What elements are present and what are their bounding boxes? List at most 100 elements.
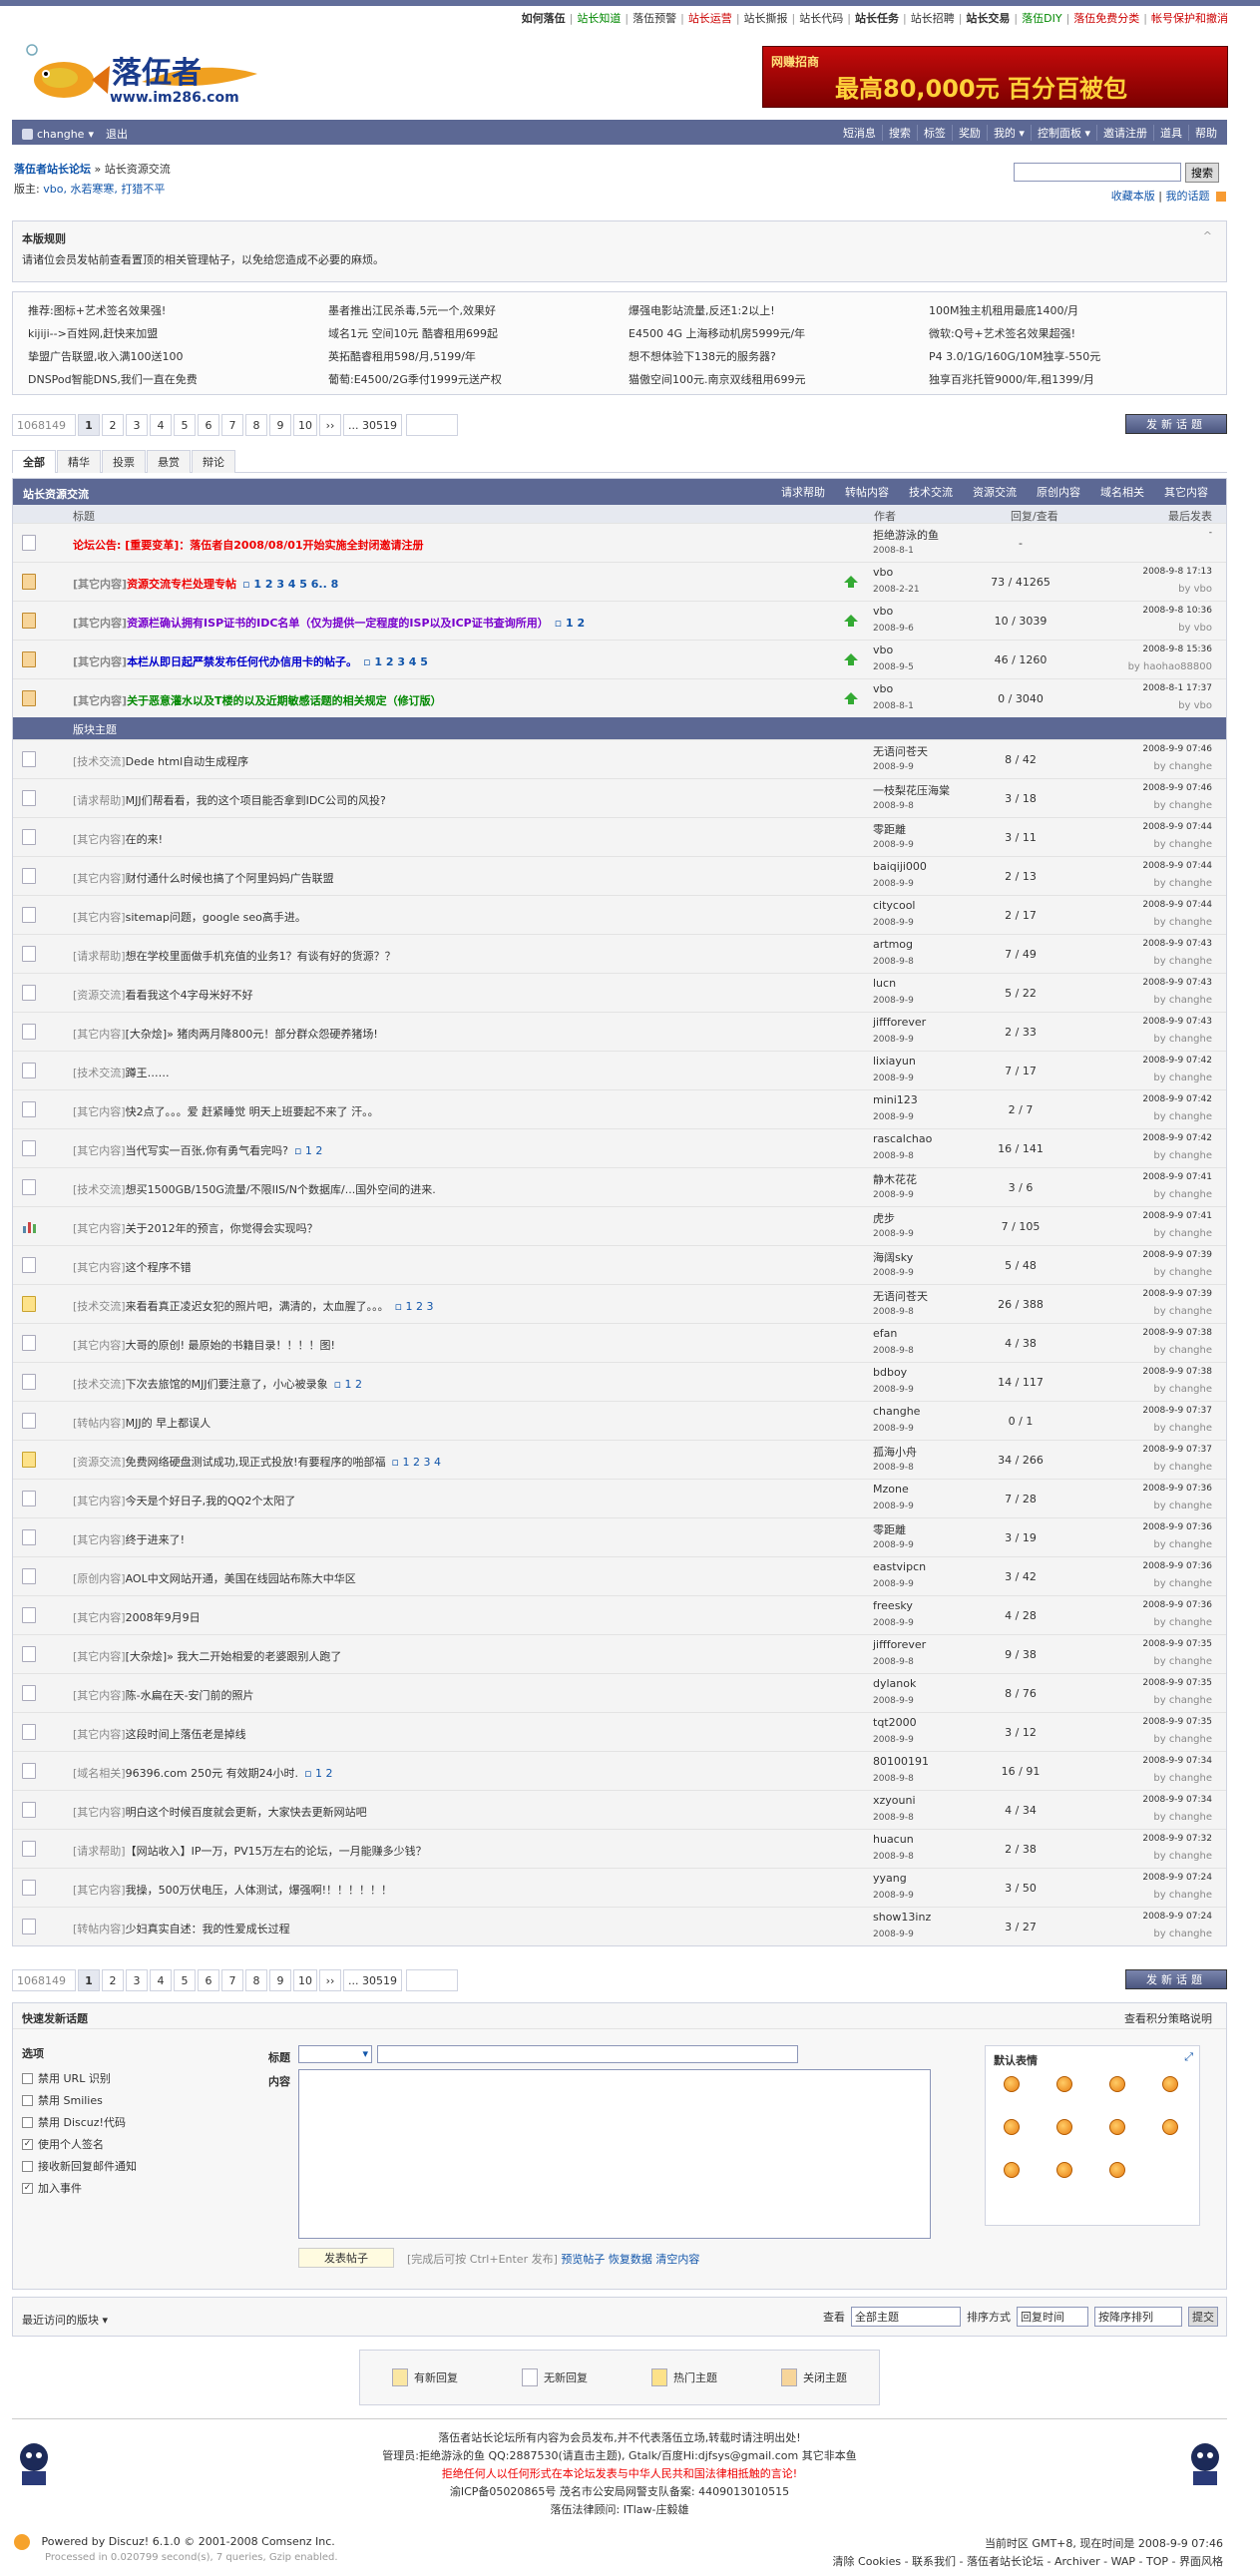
page-link[interactable]: 9 bbox=[269, 1969, 291, 1991]
last-post-time[interactable]: 2008-9-9 07:41 bbox=[1142, 1172, 1212, 1182]
last-post-time[interactable]: 2008-9-9 07:42 bbox=[1142, 1056, 1212, 1066]
thread-row[interactable]: [其它内容]财付通什么时候也搞了个阿里妈妈广告联盟 baiqiji000 2008-… bbox=[13, 856, 1226, 895]
nav-item[interactable]: 短消息 bbox=[837, 125, 882, 141]
thread-title-link[interactable]: 当代写实一百张,你有勇气看完吗? bbox=[126, 1144, 288, 1157]
last-post-time[interactable]: 2008-9-9 07:46 bbox=[1142, 783, 1212, 793]
page-jump-input[interactable] bbox=[405, 414, 458, 436]
last-post-time[interactable]: 2008-9-9 07:34 bbox=[1142, 1795, 1212, 1805]
nav-item[interactable]: 我的 ▾ bbox=[986, 124, 1031, 141]
thread-row[interactable]: [其它内容]这段时间上落伍老是掉线 tqt2000 2008-9-9 3 / 12 20… bbox=[13, 1712, 1226, 1751]
nav-item[interactable]: 邀请注册 bbox=[1096, 124, 1153, 141]
option-checkbox[interactable] bbox=[22, 2116, 33, 2128]
restore-link[interactable]: 恢复数据 bbox=[609, 2253, 652, 2266]
thread-row[interactable]: [其它内容]sitemap问题，google seo高手进。 citycool 20… bbox=[13, 895, 1226, 934]
thread-row[interactable]: [其它内容]关于2012年的预言，你觉得会实现吗？ 虎步 2008-9-9 7 / 1… bbox=[13, 1206, 1226, 1245]
rss-icon[interactable] bbox=[1216, 192, 1226, 202]
thread-row[interactable]: [其它内容]本栏从即日起严禁发布任何代办信用卡的帖子。 ▫ 1 2 3 4 5 vb… bbox=[13, 640, 1226, 678]
thread-title-link[interactable]: 想买1500GB/150G流量/不限IIS/N个数据库/...国外空间的进来. bbox=[126, 1183, 436, 1196]
thread-title-link[interactable]: 大哥的原创! 最原始的书籍目录！！！！图! bbox=[126, 1339, 335, 1352]
tab-3[interactable]: 悬赏 bbox=[147, 450, 191, 473]
last-post-time[interactable]: 2008-9-9 07:44 bbox=[1142, 822, 1212, 832]
last-post-time[interactable]: 2008-9-8 17:13 bbox=[1142, 567, 1212, 577]
thread-title-link[interactable]: 【网站收入】IP一万，PV15万左右的论坛，一月能赚多少钱？ bbox=[126, 1845, 427, 1858]
page-link[interactable]: 7 bbox=[221, 414, 243, 436]
thread-row[interactable]: [其它内容]快2点了。。。爱 赶紧睡觉 明天上班要起不来了 汗。。 mini123… bbox=[13, 1089, 1226, 1128]
page-link[interactable]: ... 30519 bbox=[343, 1969, 402, 1991]
thread-pages[interactable]: ▫ 1 2 bbox=[334, 1378, 362, 1391]
subject-input[interactable] bbox=[377, 2045, 798, 2063]
thread-type[interactable]: [资源交流] bbox=[73, 1456, 126, 1469]
last-post-time[interactable]: 2008-9-9 07:36 bbox=[1142, 1561, 1212, 1571]
user-menu[interactable]: changhe ▾ 退出 bbox=[22, 126, 128, 142]
thread-title-link[interactable]: 这个程序不错 bbox=[126, 1261, 192, 1274]
thread-author[interactable]: vbo bbox=[873, 566, 893, 579]
thread-title-link[interactable]: 2008年9月9日 bbox=[126, 1611, 201, 1624]
thread-author[interactable]: show13inz bbox=[873, 1911, 931, 1924]
thread-title-link[interactable]: [大杂烩]» 我大二开始相爱的老婆跟别人跑了 bbox=[126, 1650, 342, 1663]
thread-row[interactable]: [域名相关]96396.com 250元 有效期24小时. ▫ 1 2 801001… bbox=[13, 1751, 1226, 1790]
thread-author[interactable]: efan bbox=[873, 1327, 897, 1340]
last-poster[interactable]: changhe bbox=[1169, 1462, 1212, 1473]
last-post-time[interactable]: 2008-9-8 10:36 bbox=[1142, 606, 1212, 616]
ad-link[interactable]: 想不想体验下138元的服务器? bbox=[629, 348, 929, 364]
thread-title-link[interactable]: 免费网络硬盘测试成功,现正式投放!有要程序的啪部福 bbox=[126, 1456, 386, 1469]
thread-pages[interactable]: ▫ 1 2 3 4 bbox=[392, 1456, 441, 1469]
ad-link[interactable]: 英拓酷睿租用598/月,5199/年 bbox=[328, 348, 629, 364]
col-author[interactable]: 作者 bbox=[874, 508, 896, 524]
top-link[interactable]: 站长撕报 bbox=[740, 10, 792, 26]
thread-type[interactable]: [其它内容] bbox=[73, 1533, 126, 1546]
thread-type[interactable]: [其它内容] bbox=[73, 833, 126, 846]
thread-row[interactable]: [其它内容]明白这个时候百度就会更新，大家快去更新网站吧 xzyouni 2008-… bbox=[13, 1790, 1226, 1829]
last-post-time[interactable]: 2008-9-9 07:42 bbox=[1142, 1094, 1212, 1104]
last-post-time[interactable]: 2008-9-9 07:38 bbox=[1142, 1328, 1212, 1338]
thread-title-link[interactable]: 终于进来了! bbox=[126, 1533, 185, 1546]
thread-author[interactable]: yyang bbox=[873, 1872, 907, 1885]
thread-author[interactable]: tqt2000 bbox=[873, 1716, 917, 1729]
page-link[interactable]: 2 bbox=[102, 414, 124, 436]
page-link[interactable]: 5 bbox=[174, 414, 196, 436]
page-jump-input[interactable] bbox=[405, 1969, 458, 1991]
last-post-time[interactable]: 2008-9-9 07:35 bbox=[1142, 1678, 1212, 1688]
thread-type[interactable]: [请求帮助] bbox=[73, 950, 126, 963]
last-poster[interactable]: changhe bbox=[1169, 1812, 1212, 1823]
thread-row[interactable]: [转帖内容]少妇真实自述：我的性爱成长过程 show13inz 2008-9-9 3 … bbox=[13, 1907, 1226, 1945]
thread-type[interactable]: [其它内容] bbox=[73, 1028, 126, 1041]
breadcrumb-forum[interactable]: 落伍者站长论坛 bbox=[14, 163, 91, 176]
thread-type[interactable]: [域名相关] bbox=[73, 1767, 126, 1780]
thread-title-link[interactable]: 96396.com 250元 有效期24小时. bbox=[126, 1767, 298, 1780]
thread-title-link[interactable]: 快2点了。。。爱 赶紧睡觉 明天上班要起不来了 汗。。 bbox=[126, 1105, 379, 1118]
thread-title-link[interactable]: 本栏从即日起严禁发布任何代办信用卡的帖子。 bbox=[127, 655, 357, 668]
thread-title-link[interactable]: 明白这个时候百度就会更新，大家快去更新网站吧 bbox=[126, 1806, 367, 1819]
thread-row[interactable]: [技术交流]下次去旅馆的MJJ们要注意了，小心被录象 ▫ 1 2 bdboy 2008… bbox=[13, 1362, 1226, 1401]
last-post-time[interactable]: 2008-9-9 07:43 bbox=[1142, 978, 1212, 988]
ad-link[interactable]: 猫傲空间100元.南京双线租用699元 bbox=[629, 371, 929, 387]
thread-author[interactable]: 静木花花 bbox=[873, 1171, 917, 1187]
col-replies[interactable]: 回复/查看 bbox=[1011, 508, 1058, 524]
thread-row[interactable]: [其它内容][大杂烩]» 猪肉两月降800元！部分群众怨硬养猪场! jifffor… bbox=[13, 1012, 1226, 1051]
thread-type[interactable]: [技术交流] bbox=[73, 1183, 126, 1196]
thread-author[interactable]: lixiayun bbox=[873, 1055, 916, 1068]
sort-select[interactable]: 回复时间 bbox=[1017, 2307, 1088, 2327]
top-link[interactable]: 如何落伍 bbox=[518, 10, 570, 26]
thread-type[interactable]: [其它内容] bbox=[73, 617, 127, 630]
ad-banner[interactable]: 网赚招商 最高80,000元 百分百被包 bbox=[762, 46, 1228, 108]
thread-pages[interactable]: ▫ 1 2 bbox=[294, 1144, 322, 1157]
last-poster[interactable]: changhe bbox=[1169, 1345, 1212, 1356]
last-post-time[interactable]: 2008-9-8 15:36 bbox=[1142, 644, 1212, 654]
thread-author[interactable]: freesky bbox=[873, 1599, 913, 1612]
thread-author[interactable]: 孤海小舟 bbox=[873, 1444, 917, 1460]
thread-title-link[interactable]: MJJ的 早上都误人 bbox=[126, 1417, 210, 1430]
thread-title-link[interactable]: [大杂烩]» 猪肉两月降800元！部分群众怨硬养猪场! bbox=[126, 1028, 378, 1041]
thread-type[interactable]: [其它内容] bbox=[73, 1884, 126, 1897]
thread-type[interactable]: [其它内容] bbox=[73, 1105, 126, 1118]
ad-link[interactable]: 100M独主机租用最底1400/月 bbox=[929, 302, 1229, 318]
thread-author[interactable]: 零距離 bbox=[873, 821, 906, 837]
thread-pages[interactable]: ▫ 1 2 bbox=[555, 617, 585, 630]
thread-row[interactable]: [原创内容]AOL中文网站开通，美国在线园站布陈大中华区 eastvipcn 200… bbox=[13, 1556, 1226, 1595]
thread-pages[interactable]: ▫ 1 2 3 4 5 6.. 8 bbox=[242, 578, 338, 591]
last-poster[interactable]: changhe bbox=[1169, 995, 1212, 1006]
thread-type[interactable]: [技术交流] bbox=[73, 1378, 126, 1391]
thread-author[interactable]: vbo bbox=[873, 682, 893, 695]
page-link[interactable]: 6 bbox=[198, 414, 219, 436]
thread-row[interactable]: [其它内容]关于恶意灌水以及T楼的以及近期敏感话题的相关规定（修订版） vbo 20… bbox=[13, 678, 1226, 717]
